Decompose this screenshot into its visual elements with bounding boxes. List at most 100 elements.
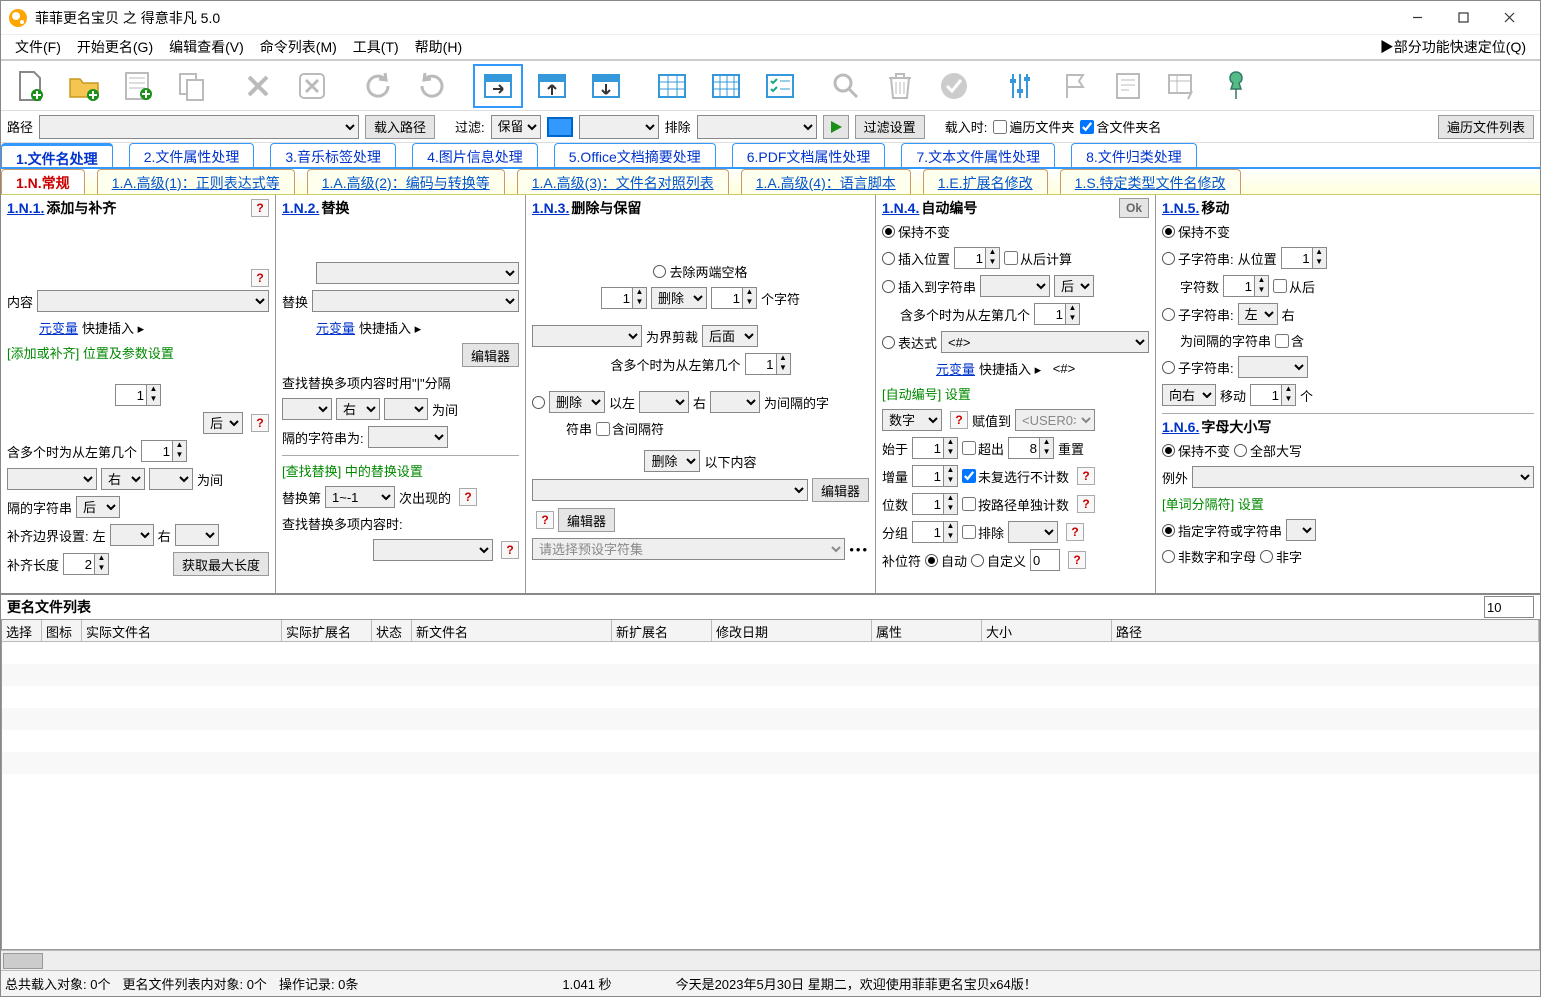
multi-spin[interactable]: ▲▼ — [141, 440, 187, 462]
subtab-4[interactable]: 1.A.高级(4)：语言脚本 — [741, 169, 911, 194]
search-icon[interactable] — [821, 64, 871, 108]
keep-radio[interactable]: 保持不变 — [882, 222, 950, 241]
menu-file[interactable]: 文件(F) — [7, 37, 69, 57]
checklist-icon[interactable] — [755, 64, 805, 108]
loadtime-label: 载入时: — [945, 117, 988, 136]
menu-start[interactable]: 开始更名(G) — [69, 37, 161, 57]
check-circle-icon[interactable] — [929, 64, 979, 108]
getmax-button[interactable]: 获取最大长度 — [173, 552, 269, 576]
file-grid[interactable]: 选择 图标 实际文件名 实际扩展名 状态 新文件名 新扩展名 修改日期 属性 大… — [1, 619, 1540, 950]
padlen-spin[interactable]: ▲▼ — [63, 553, 109, 575]
tab-3[interactable]: 3.音乐标签处理 — [270, 143, 396, 167]
preset-select[interactable]: 请选择预设字符集 — [532, 538, 845, 560]
pin-icon[interactable] — [1211, 64, 1261, 108]
menubar: 文件(F) 开始更名(G) 编辑查看(V) 命令列表(M) 工具(T) 帮助(H… — [1, 35, 1540, 61]
after-select[interactable]: 后 — [203, 412, 243, 434]
arrow-right-panel-icon[interactable] — [473, 64, 523, 108]
minimize-button[interactable] — [1394, 2, 1440, 34]
delmode-radio[interactable] — [532, 396, 545, 409]
load-path-button[interactable]: 载入路径 — [365, 115, 435, 139]
help-icon[interactable]: ? — [536, 511, 554, 529]
help-icon[interactable]: ? — [459, 488, 477, 506]
recurse-checkbox[interactable]: 遍历文件夹 — [993, 117, 1074, 136]
new-file-icon[interactable] — [5, 64, 55, 108]
withdir-checkbox[interactable]: 含文件夹名 — [1080, 117, 1161, 136]
delete-icon[interactable] — [233, 64, 283, 108]
tab-8[interactable]: 8.文件归类处理 — [1071, 143, 1197, 167]
path-label: 路径 — [7, 117, 33, 136]
form-icon[interactable] — [1103, 64, 1153, 108]
subtab-5[interactable]: 1.E.扩展名修改 — [923, 169, 1048, 194]
maximize-button[interactable] — [1440, 2, 1486, 34]
copy-icon[interactable] — [167, 64, 217, 108]
menu-cmdlist[interactable]: 命令列表(M) — [252, 37, 345, 57]
color-swatch-icon[interactable] — [547, 117, 573, 137]
listfiles-button[interactable]: 遍历文件列表 — [1438, 115, 1534, 139]
arrow-up-panel-icon[interactable] — [527, 64, 577, 108]
help-icon[interactable]: ? — [1068, 551, 1086, 569]
undo-icon[interactable] — [353, 64, 403, 108]
help-icon[interactable]: ? — [1077, 495, 1095, 513]
subtab-2[interactable]: 1.A.高级(2)：编码与转换等 — [307, 169, 505, 194]
table-settings-icon[interactable] — [1157, 64, 1207, 108]
subtab-0[interactable]: 1.N.常规 — [1, 169, 85, 194]
help-icon[interactable]: ? — [1077, 467, 1095, 485]
tab-7[interactable]: 7.文本文件属性处理 — [901, 143, 1055, 167]
tab-5[interactable]: 5.Office文档摘要处理 — [554, 143, 716, 167]
subtab-3[interactable]: 1.A.高级(3)：文件名对照列表 — [517, 169, 729, 194]
content-select[interactable] — [37, 290, 269, 312]
quick-nav[interactable]: ▶部分功能快速定位(Q) — [1380, 37, 1534, 57]
filter-value-select[interactable] — [579, 115, 659, 139]
open-folder-icon[interactable] — [59, 64, 109, 108]
trash-icon[interactable] — [875, 64, 925, 108]
dir-select[interactable]: 右 — [101, 468, 145, 490]
help-icon[interactable]: ? — [251, 414, 269, 432]
trim-radio[interactable]: 去除两端空格 — [653, 262, 747, 281]
subtab-6[interactable]: 1.S.特定类型文件名修改 — [1060, 169, 1241, 194]
subtab-1[interactable]: 1.A.高级(1)：正则表达式等 — [97, 169, 295, 194]
titlebar: 菲菲更名宝贝 之 得意非凡 5.0 — [1, 1, 1540, 35]
help-icon[interactable]: ? — [251, 199, 269, 217]
vars-link[interactable]: 元变量 — [39, 318, 78, 337]
close-button[interactable] — [1486, 2, 1532, 34]
filter-settings-button[interactable]: 过滤设置 — [855, 115, 925, 139]
flag-icon[interactable] — [1049, 64, 1099, 108]
tab-1[interactable]: 1.文件名处理 — [1, 143, 113, 167]
path-select[interactable] — [39, 115, 359, 139]
exclude-select[interactable] — [697, 115, 817, 139]
help-icon[interactable]: ? — [950, 411, 968, 429]
help-icon[interactable]: ? — [1066, 523, 1084, 541]
help-icon[interactable]: ? — [501, 541, 519, 559]
menu-edit[interactable]: 编辑查看(V) — [161, 37, 252, 57]
help-icon[interactable]: ? — [251, 269, 269, 287]
table2-icon[interactable] — [701, 64, 751, 108]
ok-button[interactable]: Ok — [1119, 198, 1149, 218]
delete-all-icon[interactable] — [287, 64, 337, 108]
sub-tabs: 1.N.常规 1.A.高级(1)：正则表达式等 1.A.高级(2)：编码与转换等… — [1, 169, 1540, 195]
filter-run-button[interactable] — [823, 115, 849, 139]
menu-help[interactable]: 帮助(H) — [407, 37, 470, 57]
h-scrollbar[interactable] — [1, 950, 1540, 970]
editor-button[interactable]: 编辑器 — [462, 343, 519, 367]
pos-spin[interactable]: ▲▼ — [115, 384, 161, 406]
app-icon — [9, 9, 27, 27]
replace-from[interactable] — [316, 262, 519, 284]
arrow-down-panel-icon[interactable] — [581, 64, 631, 108]
replace-to[interactable] — [312, 290, 519, 312]
grid-count-input[interactable] — [1484, 596, 1534, 618]
redo-icon[interactable] — [407, 64, 457, 108]
tab-4[interactable]: 4.图片信息处理 — [412, 143, 538, 167]
blank-select[interactable] — [7, 468, 97, 490]
grid-body — [2, 642, 1539, 792]
keep-select[interactable]: 保留 — [491, 115, 541, 139]
table-icon[interactable] — [647, 64, 697, 108]
sep-select[interactable]: 后 — [76, 496, 120, 518]
tab-6[interactable]: 6.PDF文档属性处理 — [732, 143, 886, 167]
list-add-icon[interactable] — [113, 64, 163, 108]
tab-2[interactable]: 2.文件属性处理 — [129, 143, 255, 167]
editor-button[interactable]: 编辑器 — [812, 478, 869, 502]
sliders-icon[interactable] — [995, 64, 1045, 108]
menu-tools[interactable]: 工具(T) — [345, 37, 407, 57]
nth-select[interactable]: 1~-1 — [325, 486, 395, 508]
editor-button2[interactable]: 编辑器 — [558, 508, 615, 532]
